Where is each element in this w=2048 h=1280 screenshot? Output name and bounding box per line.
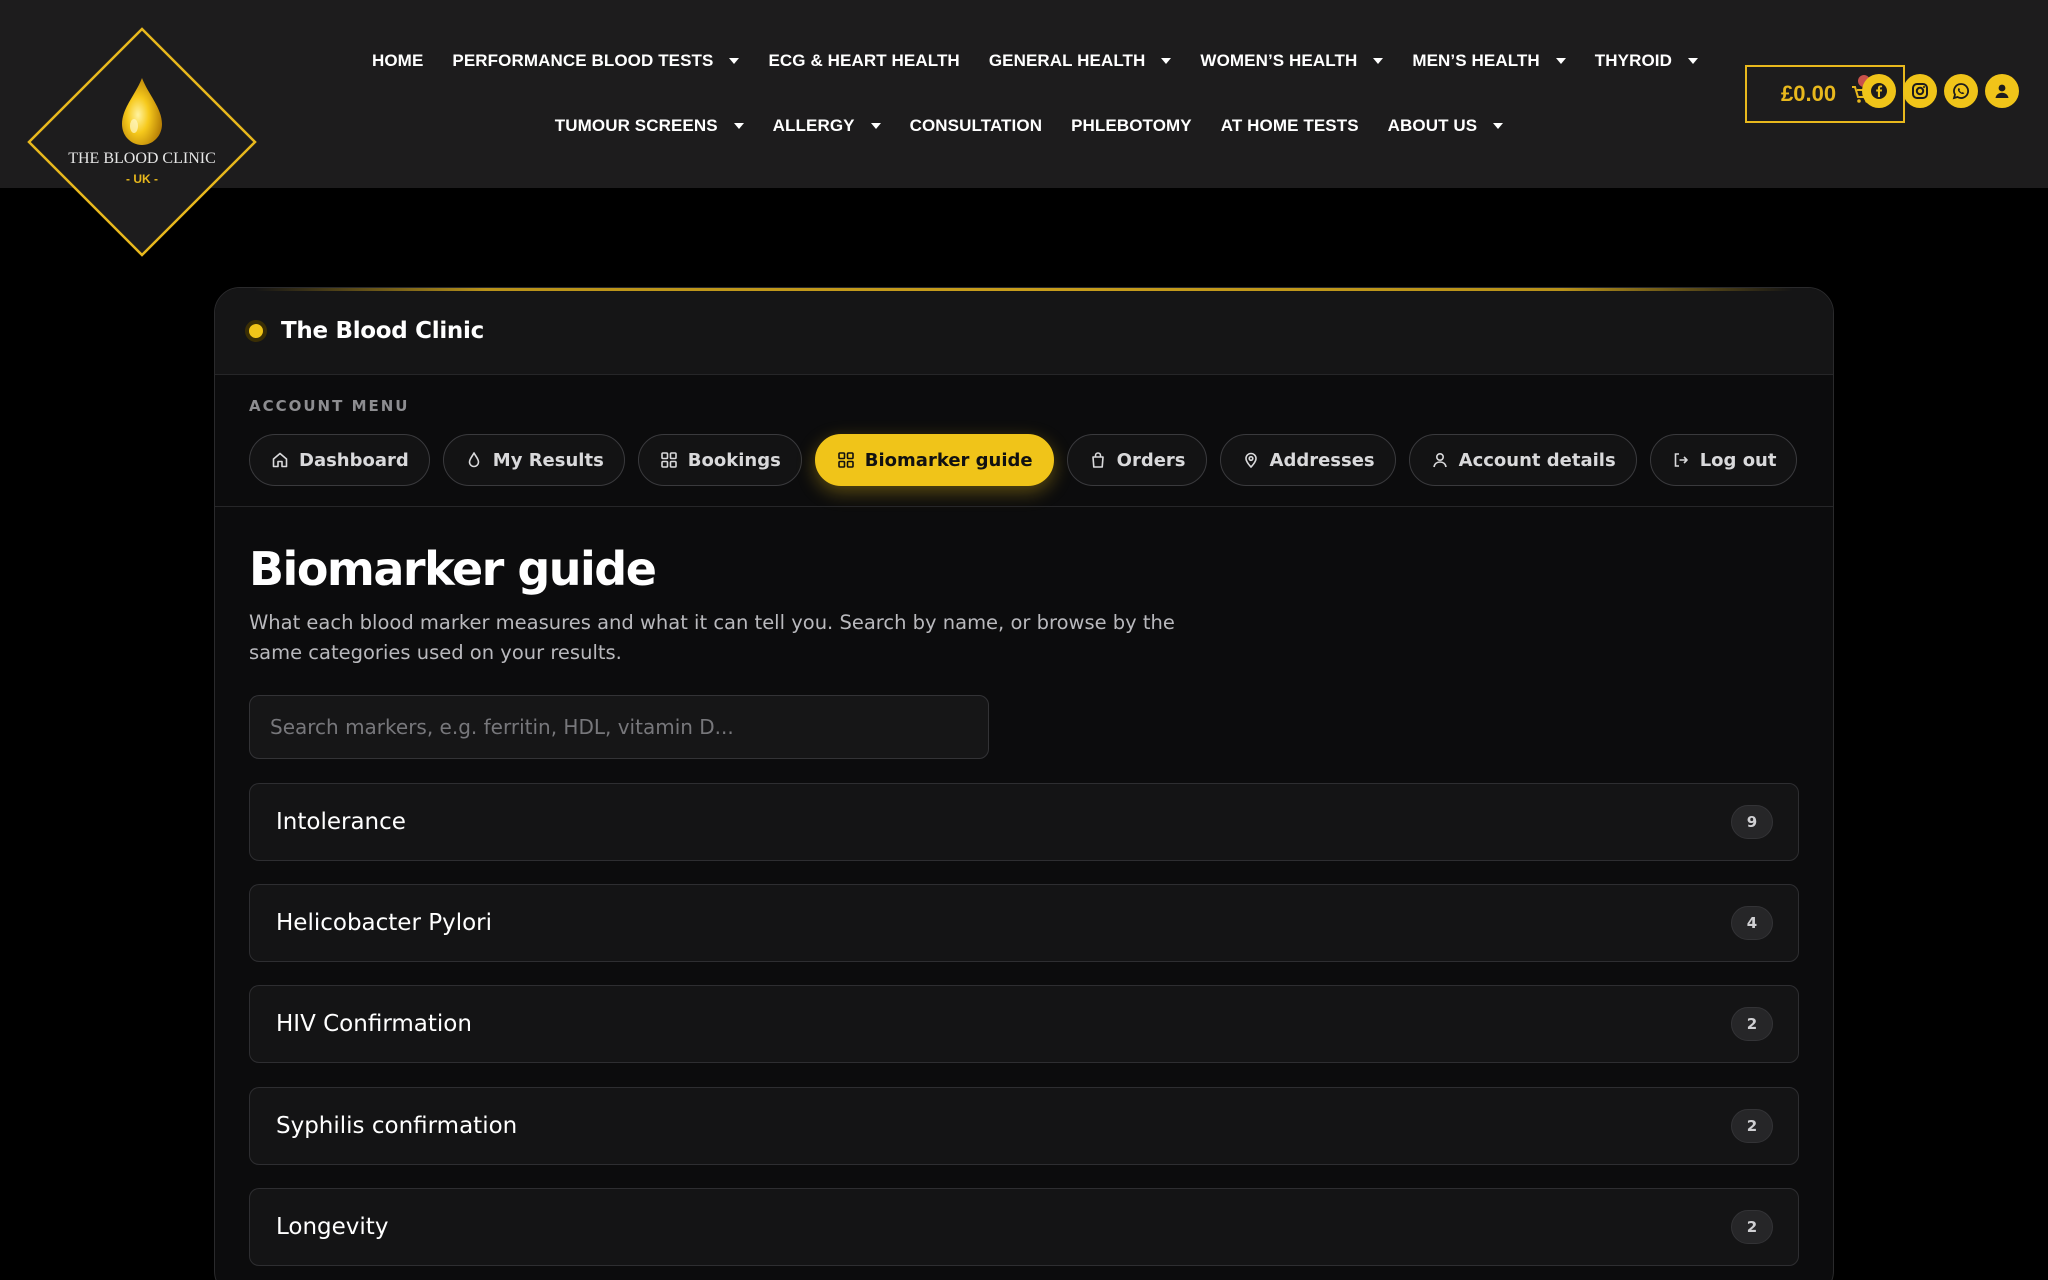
nav-label: TUMOUR SCREENS [554,116,718,135]
tab-orders[interactable]: Orders [1066,434,1207,486]
menu-divider [215,506,1833,507]
category-row-syphilis-confirmation[interactable]: Syphilis confirmation 2 [249,1087,1799,1165]
nav-consultation[interactable]: CONSULTATION [910,116,1042,136]
category-count-badge: 2 [1731,1007,1773,1041]
nav-label: ABOUT US [1387,116,1478,135]
tab-label: Biomarker guide [864,449,1033,471]
nav-performance-blood-tests[interactable]: PERFORMANCE BLOOD TESTS [452,51,740,71]
caret-down-icon [729,58,740,64]
tab-my-results[interactable]: My Results [442,434,625,486]
panel-header: The Blood Clinic [215,288,1833,375]
panel-accent-line [255,288,1793,291]
category-count-badge: 4 [1731,906,1773,940]
category-name: Longevity [276,1214,389,1240]
nav-about-us[interactable]: ABOUT US [1388,116,1504,136]
grid-icon [660,452,677,468]
page-title: Biomarker guide [249,542,657,596]
nav-general-health[interactable]: GENERAL HEALTH [989,51,1172,71]
caret-down-icon [1688,58,1698,64]
caret-down-icon [1555,58,1566,64]
nav-mens-health[interactable]: MEN’S HEALTH [1412,51,1566,71]
category-row-hiv-confirmation[interactable]: HIV Confirmation 2 [249,985,1799,1063]
cart-amount: £0.00 [1781,81,1837,106]
nav-phlebotomy[interactable]: PHLEBOTOMY [1071,116,1192,136]
nav-label: PERFORMANCE BLOOD TESTS [452,51,714,70]
bag-icon [1091,452,1104,468]
nav-label: ECG & HEART HEALTH [768,51,960,70]
nav-label: HOME [371,51,424,70]
status-dot-icon [245,320,267,342]
tab-biomarker-guide[interactable]: Biomarker guide [814,434,1054,486]
nav-allergy[interactable]: ALLERGY [773,116,881,136]
tab-label: My Results [492,449,604,471]
site-header: HOME PERFORMANCE BLOOD TESTS ECG & HEART… [0,0,2048,188]
home-icon [272,452,288,468]
nav-label: ALLERGY [772,116,855,135]
category-count-badge: 9 [1731,805,1773,839]
grid-icon [837,452,854,468]
site-logo[interactable]: THE BLOOD CLINIC - UK - [26,26,258,258]
biomarker-search-input[interactable] [249,695,989,759]
category-row-helicobacter-pylori[interactable]: Helicobacter Pylori 4 [249,884,1799,962]
nav-label: THYROID [1594,51,1672,70]
tab-label: Dashboard [299,449,409,471]
tab-label: Orders [1116,449,1186,471]
nav-label: CONSULTATION [909,116,1043,135]
category-name: Helicobacter Pylori [276,910,493,936]
caret-down-icon [1373,58,1384,64]
tab-label: Bookings [687,449,781,471]
category-row-longevity[interactable]: Longevity 2 [249,1188,1799,1266]
tab-dashboard[interactable]: Dashboard [249,434,430,486]
tab-bookings[interactable]: Bookings [637,434,802,486]
logo-region: - UK - [126,172,158,186]
category-count-badge: 2 [1731,1109,1773,1143]
whatsapp-icon[interactable] [1944,74,1978,108]
account-panel: The Blood Clinic ACCOUNT MENU Dashboard … [214,287,1834,1280]
nav-womens-health[interactable]: WOMEN’S HEALTH [1200,51,1384,71]
nav-label: GENERAL HEALTH [988,51,1146,70]
nav-tumour-screens[interactable]: TUMOUR SCREENS [555,116,744,136]
tab-label: Log out [1699,449,1777,471]
tab-log-out[interactable]: Log out [1649,434,1798,486]
caret-down-icon [870,123,881,129]
category-row-intolerance[interactable]: Intolerance 9 [249,783,1799,861]
caret-down-icon [1161,58,1172,64]
tab-account-details[interactable]: Account details [1408,434,1637,486]
facebook-icon[interactable] [1862,74,1896,108]
main-nav-row-2: TUMOUR SCREENS ALLERGY CONSULTATION PHLE… [0,109,2048,143]
nav-thyroid[interactable]: THYROID [1595,51,1698,71]
account-user-icon[interactable] [1985,74,2019,108]
category-name: HIV Confirmation [276,1011,472,1037]
category-name: Syphilis confirmation [276,1113,518,1139]
category-count-badge: 2 [1731,1210,1773,1244]
tab-label: Addresses [1269,449,1375,471]
caret-down-icon [1493,123,1504,129]
main-nav-row-1: HOME PERFORMANCE BLOOD TESTS ECG & HEART… [0,44,2048,78]
category-name: Intolerance [276,809,406,835]
page-intro: What each blood marker measures and what… [249,611,1175,664]
droplet-icon [468,452,480,468]
nav-ecg-heart-health[interactable]: ECG & HEART HEALTH [768,51,959,71]
user-icon [1432,452,1447,468]
nav-home[interactable]: HOME [372,51,423,71]
nav-label: AT HOME TESTS [1220,116,1359,135]
logout-icon [1674,453,1688,467]
instagram-icon[interactable] [1903,74,1937,108]
caret-down-icon [733,123,744,129]
nav-label: WOMEN’S HEALTH [1200,51,1358,70]
nav-label: PHLEBOTOMY [1071,116,1192,135]
account-menu-tabs: Dashboard My Results Bookings Biomarker … [249,434,1810,486]
account-menu-label: ACCOUNT MENU [249,397,410,415]
panel-brand: The Blood Clinic [281,318,484,344]
logo-text: THE BLOOD CLINIC [68,150,216,167]
tab-addresses[interactable]: Addresses [1219,434,1396,486]
nav-at-home-tests[interactable]: AT HOME TESTS [1221,116,1359,136]
map-pin-icon [1244,452,1257,468]
nav-label: MEN’S HEALTH [1412,51,1540,70]
tab-label: Account details [1458,449,1616,471]
